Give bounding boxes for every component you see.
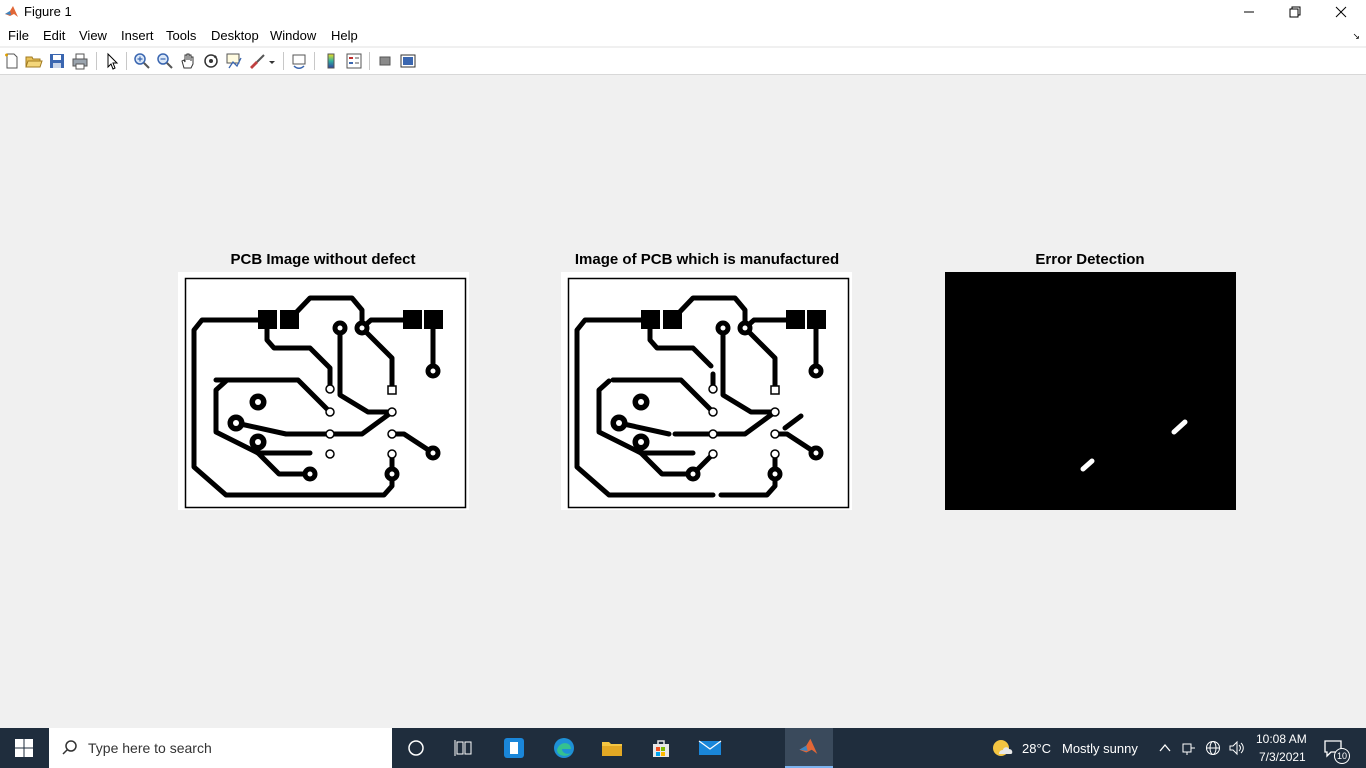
menu-tools[interactable]: Tools bbox=[166, 28, 196, 43]
network-icon[interactable] bbox=[1181, 740, 1197, 756]
rotate-3d-icon[interactable] bbox=[202, 52, 220, 70]
weather-temperature[interactable]: 28°C bbox=[1022, 741, 1051, 756]
toolbar-separator bbox=[283, 52, 284, 70]
zoom-in-icon[interactable] bbox=[133, 52, 151, 70]
close-button[interactable] bbox=[1318, 0, 1364, 24]
menu-desktop[interactable]: Desktop bbox=[211, 28, 259, 43]
figure-canvas: PCB Image without defect Image of PCB wh… bbox=[0, 76, 1366, 728]
minimize-icon bbox=[1244, 11, 1254, 13]
volume-icon[interactable] bbox=[1228, 740, 1246, 756]
edge-browser-icon bbox=[554, 738, 574, 758]
collapse-toolbar-icon[interactable]: ↘ bbox=[1352, 31, 1360, 42]
weather-description[interactable]: Mostly sunny bbox=[1062, 741, 1138, 756]
taskbar-app-blue[interactable] bbox=[490, 728, 538, 768]
pcb-manufactured-image bbox=[561, 272, 852, 510]
matlab-icon bbox=[5, 6, 18, 17]
taskbar-store[interactable] bbox=[637, 728, 685, 768]
zoom-out-icon[interactable] bbox=[156, 52, 174, 70]
menu-view[interactable]: View bbox=[79, 28, 107, 43]
error-detection-image bbox=[945, 272, 1236, 510]
clock-time[interactable]: 10:08 AM bbox=[1256, 732, 1307, 746]
colorbar-icon[interactable] bbox=[322, 52, 340, 70]
axes-title-reference: PCB Image without defect bbox=[230, 251, 416, 268]
hide-plot-tools-icon[interactable] bbox=[376, 52, 394, 70]
window-titlebar: Figure 1 bbox=[0, 0, 1366, 24]
axes-title-manufactured: Image of PCB which is manufactured bbox=[574, 251, 840, 268]
legend-icon[interactable] bbox=[345, 52, 363, 70]
menu-window[interactable]: Window bbox=[270, 28, 316, 43]
open-file-icon[interactable] bbox=[25, 52, 43, 70]
menu-help[interactable]: Help bbox=[331, 28, 358, 43]
taskbar-edge[interactable] bbox=[540, 728, 588, 768]
restore-button[interactable] bbox=[1272, 0, 1318, 24]
store-bag-icon bbox=[653, 740, 669, 757]
language-globe-icon[interactable] bbox=[1205, 740, 1221, 756]
taskbar-search-box[interactable]: Type here to search bbox=[49, 728, 392, 768]
notification-count-badge: 10 bbox=[1334, 748, 1350, 764]
menu-file[interactable]: File bbox=[8, 28, 29, 43]
task-view-button[interactable] bbox=[440, 728, 488, 768]
brush-dropdown-icon[interactable] bbox=[267, 52, 277, 70]
mail-icon bbox=[698, 740, 722, 755]
taskbar-matlab[interactable] bbox=[785, 728, 833, 768]
task-view-icon bbox=[454, 740, 472, 756]
weather-sun-cloud-icon bbox=[993, 740, 1013, 756]
clock-date[interactable]: 7/3/2021 bbox=[1259, 750, 1306, 764]
app-tile-icon bbox=[504, 738, 524, 758]
toolbar-separator bbox=[96, 52, 97, 70]
window-title: Figure 1 bbox=[24, 4, 72, 19]
menu-insert[interactable]: Insert bbox=[121, 28, 154, 43]
toolbar-separator bbox=[126, 52, 127, 70]
axes-title-error: Error Detection bbox=[1035, 251, 1145, 268]
menu-edit[interactable]: Edit bbox=[43, 28, 65, 43]
toolbar-separator bbox=[369, 52, 370, 70]
restore-icon bbox=[1289, 6, 1301, 18]
show-plot-tools-icon[interactable] bbox=[399, 52, 417, 70]
search-icon bbox=[62, 740, 77, 755]
toolbar-separator bbox=[314, 52, 315, 70]
minimize-button[interactable] bbox=[1226, 0, 1272, 24]
chevron-up-icon[interactable] bbox=[1158, 742, 1172, 754]
cortana-button[interactable] bbox=[392, 728, 440, 768]
save-icon[interactable] bbox=[48, 52, 66, 70]
data-cursor-icon[interactable] bbox=[225, 52, 243, 70]
matlab-icon bbox=[799, 738, 818, 754]
brush-icon[interactable] bbox=[248, 52, 266, 70]
new-figure-icon[interactable] bbox=[3, 52, 21, 70]
windows-taskbar: Type here to search 28°C Mostly sunny 10… bbox=[0, 728, 1366, 768]
start-button[interactable] bbox=[0, 728, 48, 768]
print-icon[interactable] bbox=[71, 52, 89, 70]
pcb-reference-image bbox=[178, 272, 469, 510]
windows-logo-icon bbox=[15, 739, 33, 757]
close-icon bbox=[1335, 6, 1347, 18]
link-plot-icon[interactable] bbox=[290, 52, 308, 70]
select-arrow-icon[interactable] bbox=[103, 52, 121, 70]
pan-hand-icon[interactable] bbox=[179, 52, 197, 70]
menu-bar: File Edit View Insert Tools Desktop Wind… bbox=[0, 24, 1366, 46]
cortana-circle-icon bbox=[408, 740, 424, 756]
taskbar-mail[interactable] bbox=[686, 728, 734, 768]
taskbar-file-explorer[interactable] bbox=[588, 728, 636, 768]
file-explorer-icon bbox=[602, 742, 622, 756]
search-placeholder: Type here to search bbox=[88, 740, 212, 756]
figure-toolbar bbox=[0, 48, 1366, 75]
